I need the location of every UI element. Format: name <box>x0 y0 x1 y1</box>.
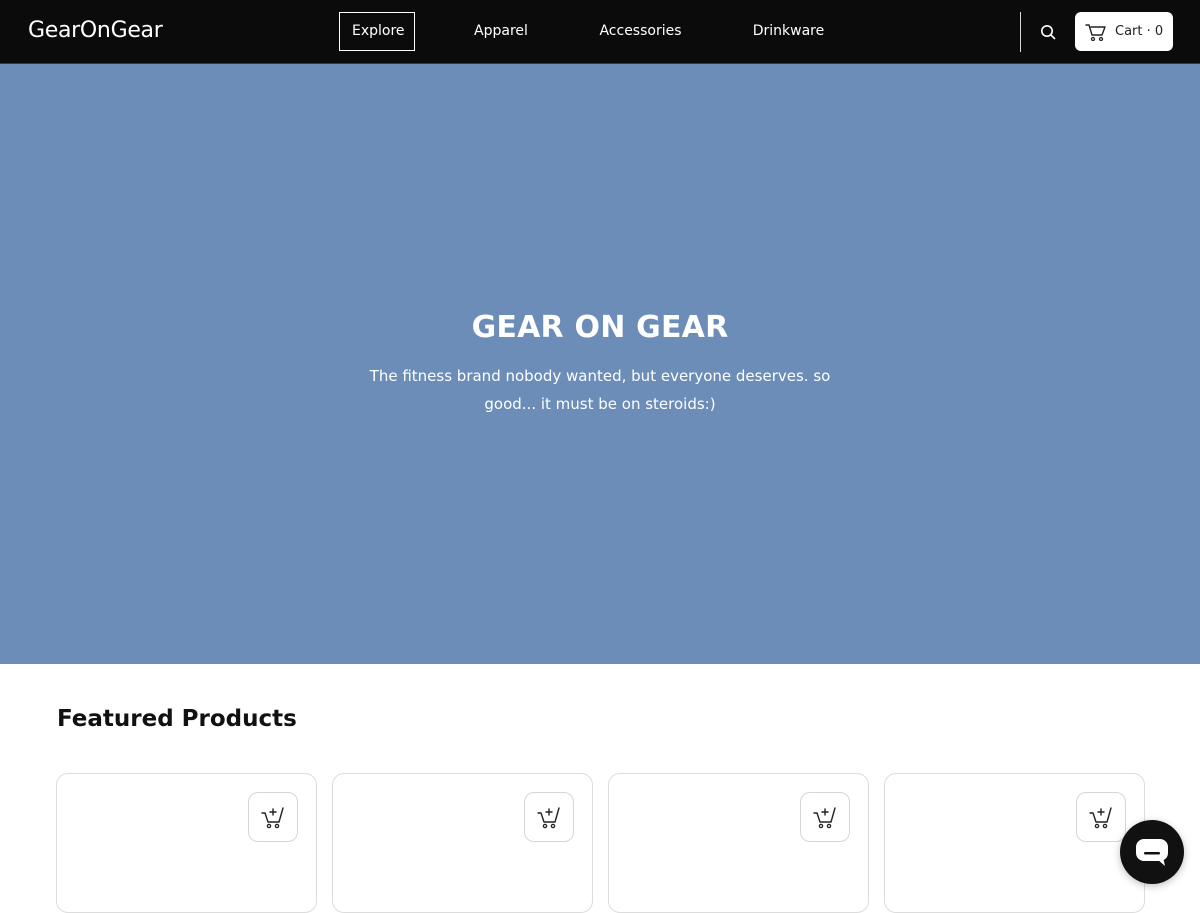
top-navbar: GearOnGear Explore Apparel Accessories D… <box>0 0 1200 64</box>
product-card[interactable] <box>608 773 869 913</box>
hero-banner: GEAR ON GEAR The fitness brand nobody wa… <box>0 64 1200 664</box>
nav-divider <box>1020 12 1021 52</box>
product-card[interactable] <box>884 773 1145 913</box>
hero-title: GEAR ON GEAR <box>471 310 729 345</box>
add-to-cart-button[interactable] <box>524 792 574 842</box>
chat-button[interactable] <box>1120 820 1184 884</box>
nav-accessories[interactable]: Accessories <box>588 12 693 51</box>
nav-drinkware[interactable]: Drinkware <box>744 12 833 51</box>
add-to-cart-button[interactable] <box>1076 792 1126 842</box>
add-to-cart-button[interactable] <box>800 792 850 842</box>
add-to-cart-icon <box>1089 807 1112 829</box>
search-icon <box>1041 25 1056 40</box>
site-logo[interactable]: GearOnGear <box>28 16 163 46</box>
add-to-cart-button[interactable] <box>248 792 298 842</box>
featured-products-title: Featured Products <box>57 706 297 732</box>
search-button[interactable] <box>1036 20 1060 44</box>
product-card[interactable] <box>332 773 593 913</box>
cart-icon <box>1085 23 1106 41</box>
cart-button[interactable]: Cart · 0 <box>1075 12 1173 51</box>
nav-apparel[interactable]: Apparel <box>462 12 540 51</box>
chat-icon <box>1136 839 1168 866</box>
add-to-cart-icon <box>537 807 560 829</box>
add-to-cart-icon <box>261 807 284 829</box>
cart-label: Cart · 0 <box>1115 24 1164 39</box>
nav-explore[interactable]: Explore <box>339 12 415 51</box>
add-to-cart-icon <box>813 807 836 829</box>
product-card[interactable] <box>56 773 317 913</box>
hero-subtitle: The fitness brand nobody wanted, but eve… <box>369 367 831 413</box>
